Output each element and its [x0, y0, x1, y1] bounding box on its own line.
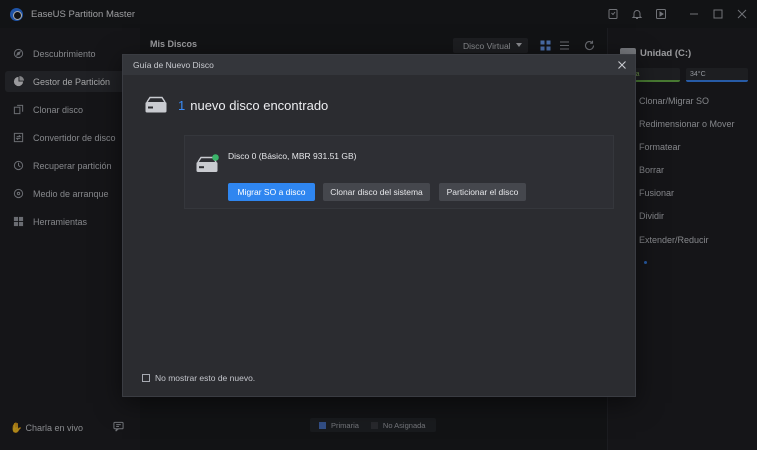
dialog-title: Guía de Nuevo Disco	[133, 60, 214, 70]
new-disk-guide-dialog: Guía de Nuevo Disco 1 nuevo disco encont…	[122, 54, 636, 397]
dont-show-again-option[interactable]: No mostrar esto de nuevo.	[142, 373, 255, 383]
dont-show-again-label: No mostrar esto de nuevo.	[155, 373, 256, 383]
new-disk-icon	[195, 153, 221, 175]
partition-disk-button[interactable]: Particionar el disco	[439, 183, 526, 201]
found-heading: 1 nuevo disco encontrado	[144, 96, 328, 114]
found-text: nuevo disco encontrado	[190, 97, 329, 113]
close-icon[interactable]	[617, 60, 627, 70]
clone-system-disk-button[interactable]: Clonar disco del sistema	[323, 183, 430, 201]
hard-drive-icon	[144, 96, 168, 114]
dont-show-again-checkbox[interactable]	[142, 374, 150, 382]
disk-name: Disco 0 (Básico, MBR 931.51 GB)	[228, 151, 357, 161]
migrate-os-button[interactable]: Migrar SO a disco	[228, 183, 315, 201]
found-count: 1	[178, 97, 186, 113]
disk-card: Disco 0 (Básico, MBR 931.51 GB) Migrar S…	[184, 135, 614, 209]
dialog-header: Guía de Nuevo Disco	[123, 55, 635, 75]
